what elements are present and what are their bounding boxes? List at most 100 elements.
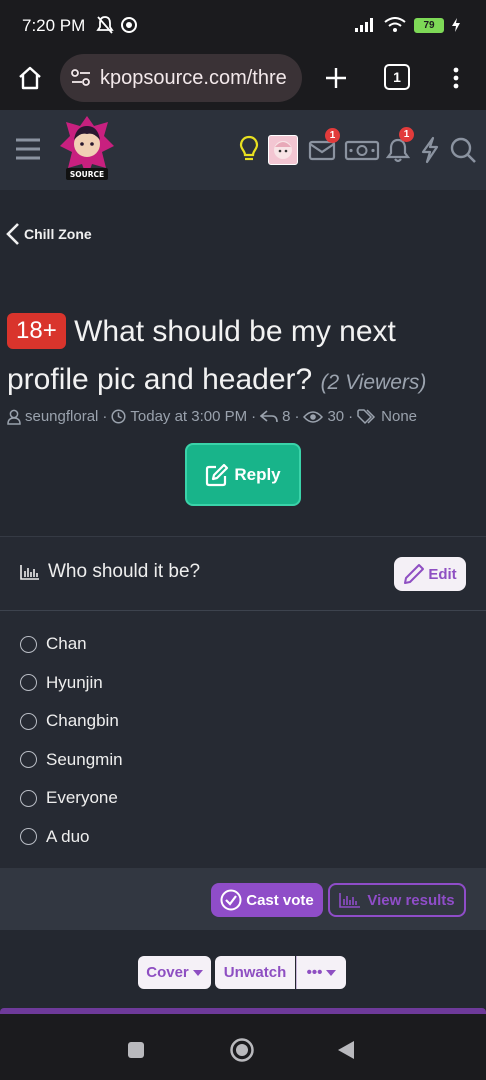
alerts-badge: 1: [399, 127, 414, 142]
poll-option[interactable]: Seungmin: [20, 741, 123, 780]
poll-question-text: Who should it be?: [48, 561, 201, 582]
whats-new-feed-button[interactable]: [418, 135, 442, 165]
url-text: kpopsource.com/thre: [100, 66, 287, 89]
reply-button-label: Reply: [234, 464, 281, 484]
breadcrumb[interactable]: Chill Zone: [6, 222, 92, 246]
option-label: A duo: [46, 826, 90, 846]
record-icon: [121, 17, 137, 33]
edit-icon: [206, 463, 229, 486]
plus-icon: [326, 68, 346, 88]
tags-icon: [357, 408, 376, 424]
option-label: Everyone: [46, 788, 118, 808]
conversations-badge: 1: [325, 128, 340, 143]
thread-title: 18+ What should be my next profile pic a…: [7, 308, 477, 407]
mute-icon: [96, 16, 114, 34]
system-nav-bar: [0, 1014, 486, 1080]
svg-text:SOURCE: SOURCE: [70, 170, 104, 179]
square-icon: [128, 1042, 144, 1058]
prefix-badge[interactable]: 18+: [7, 313, 66, 349]
radio-button[interactable]: [20, 712, 37, 730]
eye-icon: [303, 410, 324, 423]
viewers-count: (2 Viewers): [320, 371, 427, 394]
browser-toolbar: kpopsource.com/thre 1: [0, 52, 486, 110]
home-icon: [19, 66, 41, 90]
site-settings-icon: [71, 69, 90, 86]
thread-date[interactable]: Today at 3:00 PM: [130, 408, 247, 425]
home-nav-button[interactable]: [228, 1036, 256, 1064]
site-header: SOURCE 1 1: [0, 110, 486, 190]
back-nav-button[interactable]: [334, 1038, 358, 1062]
browser-menu-button[interactable]: [446, 62, 466, 94]
option-label: Seungmin: [46, 749, 123, 769]
poll-option[interactable]: Everyone: [20, 779, 123, 818]
poll-options: Chan Hyunjin Changbin Seungmin Everyone …: [20, 625, 123, 856]
conversations-button[interactable]: 1: [306, 128, 340, 164]
circle-icon: [230, 1038, 254, 1062]
view-results-label: View results: [367, 891, 455, 909]
search-button[interactable]: [448, 135, 478, 165]
site-logo[interactable]: SOURCE: [56, 112, 118, 186]
bolt-icon: [421, 136, 439, 164]
address-bar[interactable]: kpopsource.com/thre: [60, 54, 302, 102]
more-options-button[interactable]: •••: [296, 956, 346, 989]
edit-poll-button[interactable]: Edit: [394, 557, 466, 591]
charging-icon: [452, 18, 460, 32]
radio-button[interactable]: [20, 789, 37, 807]
poll-option[interactable]: A duo: [20, 818, 123, 857]
lightbulb-icon: [239, 135, 259, 161]
caret-down-icon: [326, 969, 337, 976]
poll-option[interactable]: Chan: [20, 625, 123, 664]
status-time: 7:20 PM: [22, 16, 86, 35]
more-label: •••: [306, 964, 323, 981]
poll-option[interactable]: Hyunjin: [20, 664, 123, 703]
option-label: Changbin: [46, 711, 119, 731]
results-chart-icon: [339, 893, 361, 908]
money-bill-icon: [344, 140, 380, 161]
kpop-source-logo: SOURCE: [60, 116, 114, 180]
thread-tags: None: [381, 408, 418, 425]
home-button[interactable]: [14, 62, 46, 94]
tab-switcher-button[interactable]: 1: [384, 64, 410, 90]
cast-vote-button[interactable]: Cast vote: [211, 883, 323, 917]
menu-button[interactable]: [14, 136, 42, 162]
more-vertical-icon: [453, 67, 459, 89]
poll-header: Who should it be? Edit: [0, 537, 486, 611]
account-avatar[interactable]: [268, 135, 298, 165]
search-icon: [450, 137, 476, 163]
radio-button[interactable]: [20, 751, 37, 769]
reply-button[interactable]: Reply: [185, 443, 301, 506]
view-results-button[interactable]: View results: [328, 883, 466, 917]
edit-poll-label: Edit: [428, 565, 457, 583]
unwatch-button[interactable]: Unwatch: [215, 956, 295, 989]
wifi-icon: [384, 17, 406, 32]
avatar-icon: [274, 141, 292, 159]
radio-button[interactable]: [20, 635, 37, 653]
cast-vote-label: Cast vote: [246, 891, 314, 909]
cover-button[interactable]: Cover: [138, 956, 211, 989]
alerts-button[interactable]: 1: [384, 127, 414, 165]
check-circle-icon: [220, 889, 242, 911]
poll-option[interactable]: Changbin: [20, 702, 123, 741]
radio-button[interactable]: [20, 674, 37, 692]
breadcrumb-label: Chill Zone: [24, 226, 92, 242]
pencil-icon: [404, 564, 425, 584]
signal-icon: [355, 18, 373, 32]
status-bar: 7:20 PM 79: [0, 0, 486, 52]
radio-button[interactable]: [20, 828, 37, 846]
recents-button[interactable]: [124, 1038, 148, 1062]
view-count: 30: [327, 408, 345, 425]
whats-new-button[interactable]: [236, 133, 262, 165]
new-tab-button[interactable]: [320, 62, 352, 94]
user-icon: [7, 409, 21, 425]
option-label: Hyunjin: [46, 672, 103, 692]
option-label: Chan: [46, 634, 87, 654]
bookmarks-button[interactable]: [344, 137, 380, 163]
unwatch-label: Unwatch: [223, 964, 287, 981]
clock-icon: [111, 409, 126, 424]
hamburger-icon: [16, 138, 40, 160]
poll-question: Who should it be?: [20, 561, 200, 583]
battery-indicator: 79: [414, 17, 444, 33]
thread-meta: seungfloral · Today at 3:00 PM · 8 · 30 …: [7, 408, 417, 425]
thread-author[interactable]: seungfloral: [25, 408, 98, 425]
cover-label: Cover: [146, 964, 189, 981]
